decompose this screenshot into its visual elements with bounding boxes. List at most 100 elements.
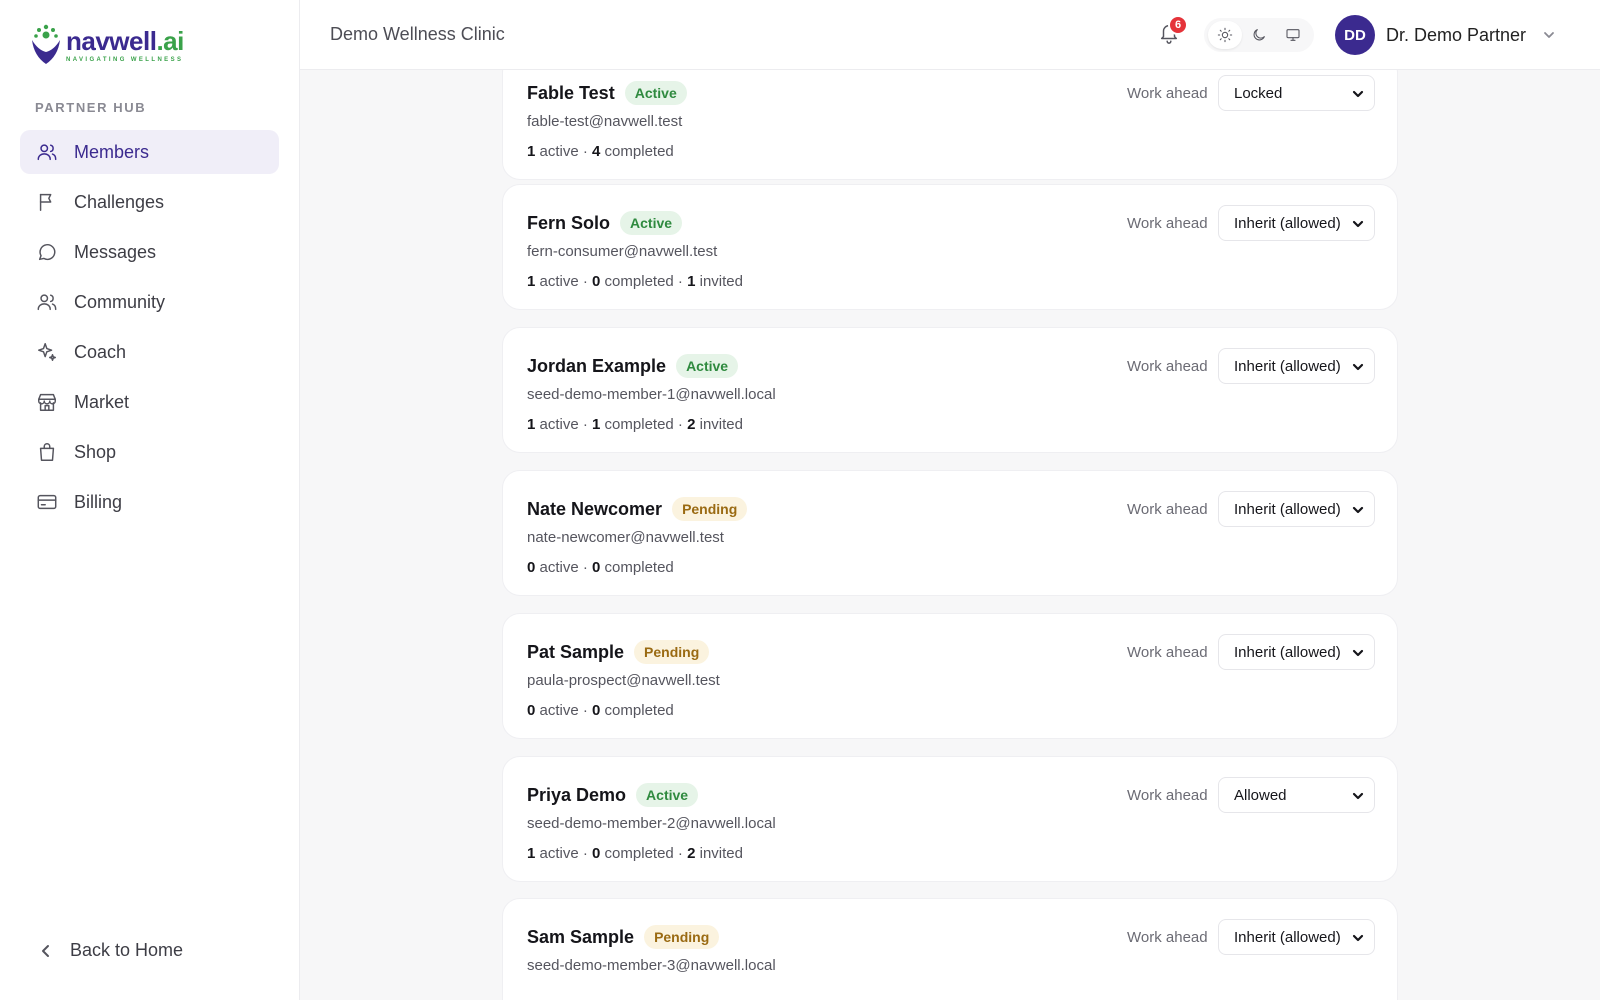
sidebar-item-label: Challenges xyxy=(74,191,165,212)
work-ahead-label: Work ahead xyxy=(1127,929,1208,946)
chevron-down-icon xyxy=(1352,220,1364,228)
member-email: seed-demo-member-3@navwell.local xyxy=(527,957,776,974)
member-stats: 1 active · 0 completed · 1 invited xyxy=(527,273,743,290)
sidebar-item-coach[interactable]: Coach xyxy=(20,330,279,374)
message-icon xyxy=(36,241,58,263)
sidebar-item-community[interactable]: Community xyxy=(20,280,279,324)
monitor-icon xyxy=(1286,29,1300,41)
sidebar-item-label: Coach xyxy=(74,341,127,362)
logo-suffix: .ai xyxy=(156,25,184,56)
work-ahead-value: Inherit (allowed) xyxy=(1234,643,1341,661)
section-label: PARTNER HUB xyxy=(35,100,147,115)
work-ahead-label: Work ahead xyxy=(1127,358,1208,375)
work-ahead-value: Inherit (allowed) xyxy=(1234,214,1341,232)
user-menu-button[interactable]: DD Dr. Demo Partner xyxy=(1335,15,1556,55)
status-badge: Pending xyxy=(634,640,710,664)
logo-mark-icon xyxy=(28,22,64,68)
dark-theme-button[interactable] xyxy=(1242,21,1276,49)
member-name: Priya Demo xyxy=(527,784,627,805)
sidebar-item-shop[interactable]: Shop xyxy=(20,430,279,474)
chevron-down-icon xyxy=(1352,363,1364,371)
store-icon xyxy=(36,391,58,413)
member-name: Nate Newcomer xyxy=(527,498,663,519)
chevron-left-icon xyxy=(42,944,49,957)
member-email: seed-demo-member-2@navwell.local xyxy=(527,815,776,832)
work-ahead-label: Work ahead xyxy=(1127,501,1208,518)
member-card: Nate Newcomer Pending nate-newcomer@navw… xyxy=(502,470,1398,596)
work-ahead-select[interactable]: Inherit (allowed) xyxy=(1218,919,1375,955)
back-to-home-link[interactable]: Back to Home xyxy=(38,940,183,961)
member-stats: 1 active · 1 completed · 2 invited xyxy=(527,416,743,433)
work-ahead-select[interactable]: Inherit (allowed) xyxy=(1218,205,1375,241)
shopping-bag-icon xyxy=(36,441,58,463)
status-badge: Active xyxy=(636,783,699,807)
status-badge: Active xyxy=(624,81,687,105)
member-stats: 1 active · 0 completed · 2 invited xyxy=(527,845,743,862)
sidebar-item-label: Community xyxy=(74,291,166,312)
sidebar-item-billing[interactable]: Billing xyxy=(20,480,279,524)
work-ahead-label: Work ahead xyxy=(1127,644,1208,661)
work-ahead-value: Inherit (allowed) xyxy=(1234,357,1341,375)
work-ahead-value: Allowed xyxy=(1234,786,1287,804)
sidebar-item-label: Shop xyxy=(74,441,117,462)
logo-tagline: NAVIGATING WELLNESS xyxy=(66,56,184,63)
logo-word: navwell xyxy=(66,25,157,56)
member-name: Fern Solo xyxy=(527,212,611,233)
member-stats: 1 active · 4 completed xyxy=(527,143,674,160)
member-card: Sam Sample Pending seed-demo-member-3@na… xyxy=(502,898,1398,1000)
member-email: fern-consumer@navwell.test xyxy=(527,243,718,260)
work-ahead-select[interactable]: Inherit (allowed) xyxy=(1218,348,1375,384)
chevron-down-icon xyxy=(1352,792,1364,800)
work-ahead-select[interactable]: Allowed xyxy=(1218,777,1375,813)
sidebar: navwell.ai NAVIGATING WELLNESS PARTNER H… xyxy=(0,0,300,1000)
work-ahead-select[interactable]: Locked xyxy=(1218,75,1375,111)
member-name: Pat Sample xyxy=(527,641,625,662)
member-card: Pat Sample Pending paula-prospect@navwel… xyxy=(502,613,1398,739)
avatar: DD xyxy=(1335,15,1375,55)
member-card: Fable Test Active fable-test@navwell.tes… xyxy=(502,54,1398,180)
top-header: Demo Wellness Clinic 6 DD Dr. Demo Partn… xyxy=(300,0,1600,70)
sidebar-item-label: Members xyxy=(74,141,150,162)
member-email: fable-test@navwell.test xyxy=(527,113,683,130)
sparkles-icon xyxy=(36,341,58,363)
work-ahead-value: Inherit (allowed) xyxy=(1234,928,1341,946)
sun-icon xyxy=(1217,27,1233,43)
status-badge: Pending xyxy=(672,497,748,521)
member-stats: 0 active · 0 completed xyxy=(527,702,674,719)
work-ahead-select[interactable]: Inherit (allowed) xyxy=(1218,491,1375,527)
community-icon xyxy=(36,291,58,313)
sidebar-item-label: Messages xyxy=(74,241,157,262)
clinic-name: Demo Wellness Clinic xyxy=(330,24,505,44)
status-badge: Active xyxy=(676,354,739,378)
chevron-down-icon xyxy=(1542,28,1556,42)
member-name: Jordan Example xyxy=(527,355,667,376)
status-badge: Active xyxy=(620,211,683,235)
light-theme-button[interactable] xyxy=(1208,21,1242,49)
work-ahead-label: Work ahead xyxy=(1127,85,1208,102)
work-ahead-label: Work ahead xyxy=(1127,215,1208,232)
member-name: Fable Test xyxy=(527,82,615,103)
member-email: paula-prospect@navwell.test xyxy=(527,672,720,689)
system-theme-button[interactable] xyxy=(1276,21,1310,49)
sidebar-item-label: Billing xyxy=(74,491,123,512)
user-name: Dr. Demo Partner xyxy=(1386,24,1527,45)
sidebar-item-challenges[interactable]: Challenges xyxy=(20,180,279,224)
work-ahead-select[interactable]: Inherit (allowed) xyxy=(1218,634,1375,670)
navwell-logo[interactable]: navwell.ai NAVIGATING WELLNESS xyxy=(28,22,184,68)
member-card: Jordan Example Active seed-demo-member-1… xyxy=(502,327,1398,453)
chevron-down-icon xyxy=(1352,90,1364,98)
notification-count-badge: 6 xyxy=(1168,15,1188,35)
flag-icon xyxy=(36,191,58,213)
member-stats: 0 active · 0 completed xyxy=(527,559,674,576)
member-name: Sam Sample xyxy=(527,926,635,947)
sidebar-item-market[interactable]: Market xyxy=(20,380,279,424)
member-email: seed-demo-member-1@navwell.local xyxy=(527,386,776,403)
chevron-down-icon xyxy=(1352,649,1364,657)
work-ahead-value: Locked xyxy=(1234,84,1283,102)
credit-card-icon xyxy=(36,491,58,513)
moon-icon xyxy=(1253,29,1265,41)
back-label: Back to Home xyxy=(70,940,184,960)
sidebar-item-members[interactable]: Members xyxy=(20,130,279,174)
sidebar-item-messages[interactable]: Messages xyxy=(20,230,279,274)
status-badge: Pending xyxy=(644,925,720,949)
